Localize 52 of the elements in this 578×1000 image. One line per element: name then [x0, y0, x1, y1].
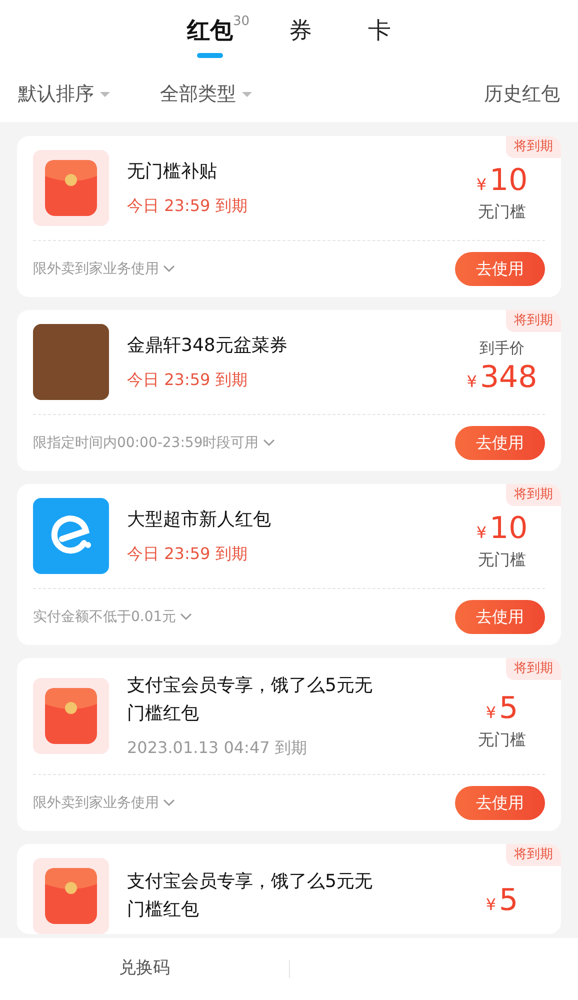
currency-symbol: ¥: [486, 702, 496, 724]
chevron-down-icon: [262, 439, 275, 447]
envelope-icon: [33, 678, 109, 754]
currency-symbol: ¥: [476, 522, 486, 544]
coupon-amount: 5: [499, 690, 518, 728]
coupon-amount: 5: [499, 882, 518, 920]
coupon-title: 无门槛补贴: [127, 160, 218, 184]
expiring-tag: 将到期: [506, 136, 561, 158]
envelope-icon: [33, 150, 109, 226]
threshold-text: 无门槛: [478, 729, 526, 751]
currency-symbol: ¥: [466, 371, 477, 394]
usage-restriction[interactable]: 限指定时间内00:00-23:59时段可用: [33, 432, 275, 454]
use-button[interactable]: 去使用: [455, 786, 545, 820]
usage-restriction[interactable]: 限外卖到家业务使用: [33, 792, 175, 814]
coupon-title: 金鼎轩348元盆菜券: [127, 334, 288, 358]
usage-restriction[interactable]: 限外卖到家业务使用: [33, 258, 175, 280]
currency-symbol: ¥: [476, 174, 486, 196]
coupon-amount: 348: [480, 359, 538, 398]
expiring-tag: 将到期: [506, 484, 561, 506]
tab-indicator: [197, 52, 223, 58]
redeem-code-button[interactable]: 兑换码: [0, 956, 289, 982]
expiry-date: 今日 23:59 到期: [127, 369, 248, 391]
tab[interactable]: 券: [289, 14, 312, 66]
threshold-text: 无门槛: [478, 201, 526, 223]
chevron-down-icon: [180, 613, 192, 621]
tab[interactable]: 卡: [368, 14, 391, 66]
threshold-text: 无门槛: [478, 549, 526, 571]
usage-restriction[interactable]: 实付金额不低于0.01元: [33, 606, 192, 628]
use-button[interactable]: 去使用: [455, 252, 545, 286]
expiring-tag: 将到期: [506, 310, 561, 332]
expiring-tag: 将到期: [506, 844, 561, 866]
coupon-title: 支付宝会员专享，饿了么5元无门槛红包: [127, 674, 374, 726]
coupon-title: 支付宝会员专享，饿了么5元无门槛红包: [127, 870, 374, 922]
chevron-down-icon: [163, 265, 175, 273]
filter-dropdown[interactable]: 默认排序: [18, 80, 110, 108]
currency-symbol: ¥: [486, 894, 496, 916]
use-button[interactable]: 去使用: [455, 426, 545, 460]
app-logo-icon: [33, 498, 109, 574]
coupon-amount: 10: [490, 162, 528, 200]
expiry-date: 2023.01.13 04:47 到期: [127, 737, 308, 759]
price-label: 到手价: [480, 338, 524, 359]
filter-dropdown[interactable]: 全部类型: [160, 80, 252, 108]
history-link[interactable]: 历史红包: [484, 80, 560, 108]
envelope-icon: [33, 858, 109, 934]
expiry-date: 今日 23:59 到期: [127, 195, 248, 217]
use-button[interactable]: 去使用: [455, 600, 545, 634]
tab-count: 30: [233, 13, 250, 31]
expiry-date: 今日 23:59 到期: [127, 543, 248, 565]
coupon-title: 大型超市新人红包: [127, 508, 272, 532]
expiring-tag: 将到期: [506, 658, 561, 680]
coupon-amount: 10: [490, 510, 528, 548]
chevron-down-icon: [163, 799, 175, 807]
